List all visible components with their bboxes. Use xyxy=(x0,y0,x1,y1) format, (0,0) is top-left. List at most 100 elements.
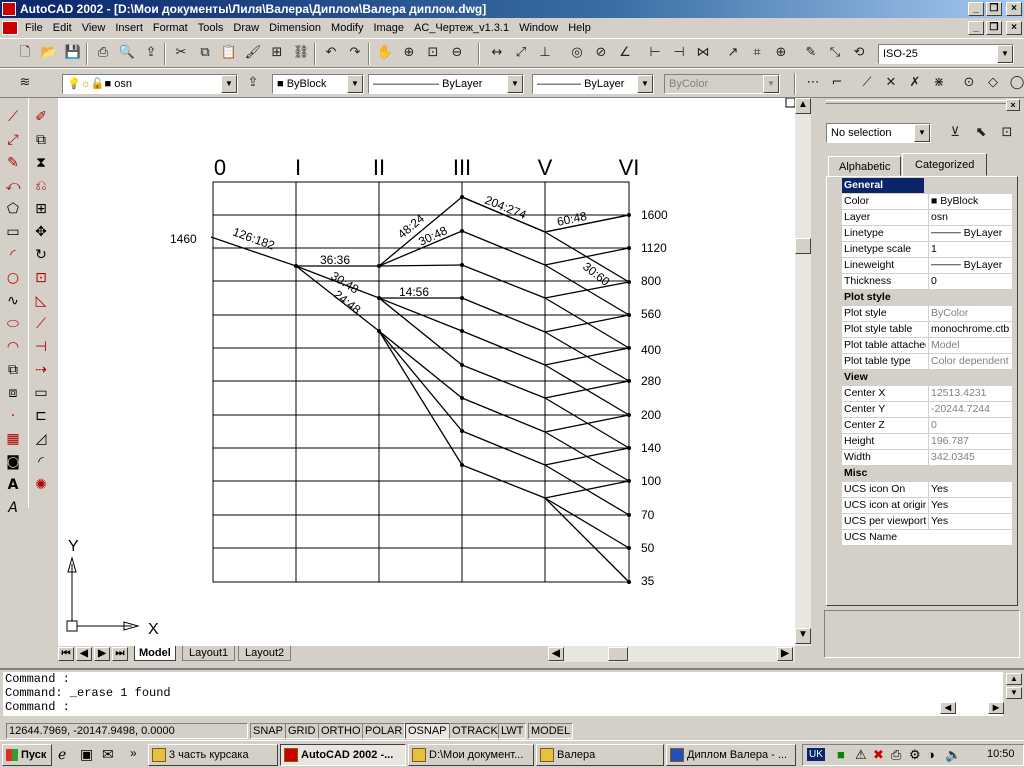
drawing-svg[interactable]: 0 I II III V VI 1600 1120 800 560 400 28… xyxy=(58,98,795,646)
mtext-icon[interactable]: A xyxy=(2,474,24,496)
property-category[interactable]: ⊟View xyxy=(842,370,1012,386)
property-value[interactable]: 196.787 xyxy=(928,434,1012,449)
lwt-toggle[interactable]: LWT xyxy=(498,723,527,739)
baseline-dim-icon[interactable]: ⊢ xyxy=(644,42,666,64)
scroll-right-icon[interactable]: ▶ xyxy=(777,647,793,661)
snap-quadrant-icon[interactable]: ◇ xyxy=(982,72,1004,94)
break-at-point-icon[interactable]: ⊏ xyxy=(30,405,52,427)
property-row[interactable]: Linetype scale 1 xyxy=(842,242,1012,258)
angular-dim-icon[interactable]: ∠ xyxy=(614,42,636,64)
clock[interactable]: 10:50 xyxy=(987,748,1015,760)
menu-tools[interactable]: Tools xyxy=(193,22,229,34)
diameter-dim-icon[interactable]: ⊘ xyxy=(590,42,612,64)
ellipse-icon[interactable]: ⬭ xyxy=(2,313,24,335)
match-properties-icon[interactable]: 🖌 xyxy=(242,42,264,64)
hscroll-thumb[interactable] xyxy=(608,647,628,661)
property-row[interactable]: Width 342.0345 xyxy=(842,450,1012,466)
menu-draw[interactable]: Draw xyxy=(228,22,264,34)
property-value[interactable]: ──── ByLayer xyxy=(928,258,1012,273)
scroll-thumb[interactable] xyxy=(795,238,811,254)
cmd-scroll-left-icon[interactable]: ◀ xyxy=(940,702,956,714)
menu-modify[interactable]: Modify xyxy=(326,22,368,34)
block-editor-icon[interactable]: ⊞ xyxy=(266,42,288,64)
tab-first-icon[interactable]: ⏮ xyxy=(58,647,74,661)
doc-icon[interactable] xyxy=(2,21,18,36)
cmd-scroll-right-icon[interactable]: ▶ xyxy=(988,702,1004,714)
property-value[interactable]: 12513.4231 xyxy=(928,386,1012,401)
layer-select[interactable]: 💡☼🔓■ osn ▼ xyxy=(62,74,238,94)
hyperlink-icon[interactable]: ⛓ xyxy=(290,42,312,64)
command-prompt[interactable]: Command : xyxy=(5,700,1003,714)
start-button[interactable]: Пуск xyxy=(2,744,52,766)
publish-icon[interactable]: ⇪ xyxy=(140,42,162,64)
polyline-icon[interactable]: ✎ xyxy=(2,152,24,174)
snap-center-icon[interactable]: ⊙ xyxy=(958,72,980,94)
property-row[interactable]: Plot table attached Model xyxy=(842,338,1012,354)
tab-layout2[interactable]: Layout2 xyxy=(238,646,292,661)
property-row[interactable]: UCS Name xyxy=(842,530,1012,546)
grid-toggle[interactable]: GRID xyxy=(285,723,319,739)
property-row[interactable]: Center Y -20244.7244 xyxy=(842,402,1012,418)
menu-ac-chertezh[interactable]: AC_Чертеж_v1.3.1 xyxy=(409,22,514,34)
vertical-scrollbar[interactable]: ▲ ▼ xyxy=(795,98,811,646)
tab-prev-icon[interactable]: ◀ xyxy=(76,647,92,661)
snap-intersection-icon[interactable]: ✕ xyxy=(880,72,902,94)
property-row[interactable]: Center Z 0 xyxy=(842,418,1012,434)
cmd-scroll-up-icon[interactable]: ▲ xyxy=(1006,673,1022,685)
snap-extension-icon[interactable]: ⋇ xyxy=(928,72,950,94)
dimtedit-icon[interactable]: ⤡ xyxy=(824,42,846,64)
tab-next-icon[interactable]: ▶ xyxy=(94,647,110,661)
rotate-icon[interactable]: ↻ xyxy=(30,244,52,266)
scroll-down-icon[interactable]: ▼ xyxy=(795,628,811,644)
task-kursak[interactable]: 3 часть курсака xyxy=(148,744,278,766)
coordinates-display[interactable]: 12644.7969, -20147.9498, 0.0000 xyxy=(6,723,248,739)
minimize-button[interactable]: _ xyxy=(968,2,984,16)
ellipse-arc-icon[interactable]: ◠ xyxy=(2,336,24,358)
outlook-icon[interactable]: ✉ xyxy=(102,746,114,763)
explode-icon[interactable]: ✺ xyxy=(30,474,52,496)
snap-from-icon[interactable]: ⋯ xyxy=(802,72,824,94)
quick-select-icon[interactable]: ⊡ xyxy=(996,122,1018,144)
property-value[interactable]: monochrome.ctb xyxy=(928,322,1012,337)
task-autocad[interactable]: AutoCAD 2002 -... xyxy=(280,744,406,766)
circle-icon[interactable]: ○ xyxy=(2,267,24,289)
dimedit-icon[interactable]: ✎ xyxy=(800,42,822,64)
make-current-layer-icon[interactable]: ⇪ xyxy=(242,72,264,94)
open-icon[interactable]: 📂 xyxy=(38,42,60,64)
copy-object-icon[interactable]: ⧉ xyxy=(30,129,52,151)
task-word-diplom[interactable]: Диплом Валера - ... xyxy=(666,744,796,766)
menu-format[interactable]: Format xyxy=(148,22,193,34)
break-icon[interactable]: ▭ xyxy=(30,382,52,404)
property-row[interactable]: UCS icon at origin Yes xyxy=(842,498,1012,514)
property-value[interactable]: ■ ByBlock xyxy=(928,194,1012,209)
menu-file[interactable]: File xyxy=(20,22,48,34)
property-value[interactable]: 1 xyxy=(928,242,1012,257)
property-value[interactable]: Yes xyxy=(928,514,1012,529)
tab-categorized[interactable]: Categorized xyxy=(902,153,988,176)
property-row[interactable]: UCS icon On Yes xyxy=(842,482,1012,498)
copy-icon[interactable]: ⧉ xyxy=(194,42,216,64)
dim-update-icon[interactable]: ⟲ xyxy=(848,42,870,64)
polygon-arc-icon[interactable]: ⤺ xyxy=(2,175,24,197)
array-icon[interactable]: ⊞ xyxy=(30,198,52,220)
scale-icon[interactable]: ⊡ xyxy=(30,267,52,289)
color-select[interactable]: ■ ByBlock ▼ xyxy=(272,74,364,94)
tray-network-icon[interactable]: ⚠ xyxy=(855,747,867,763)
move-icon[interactable]: ✥ xyxy=(30,221,52,243)
ortho-toggle[interactable]: ORTHO xyxy=(318,723,364,739)
property-row[interactable]: Plot style ByColor xyxy=(842,306,1012,322)
osnap-toggle[interactable]: OSNAP xyxy=(405,723,450,739)
language-indicator[interactable]: UK xyxy=(807,748,825,761)
tab-alphabetic[interactable]: Alphabetic xyxy=(828,156,902,176)
snap-endpoint-icon[interactable]: ⌐ xyxy=(826,72,848,94)
quicklaunch-more-icon[interactable]: » xyxy=(130,746,137,760)
menu-image[interactable]: Image xyxy=(368,22,409,34)
property-row[interactable]: Plot style table monochrome.ctb xyxy=(842,322,1012,338)
text-icon[interactable]: A xyxy=(2,497,24,519)
command-history[interactable]: Command : Command: _erase 1 found Comman… xyxy=(3,672,1003,716)
property-row[interactable]: Lineweight ──── ByLayer xyxy=(842,258,1012,274)
new-icon[interactable]: 🗋 xyxy=(14,42,36,64)
drawing-area[interactable]: 0 I II III V VI 1600 1120 800 560 400 28… xyxy=(58,98,795,646)
line-icon[interactable]: ⟋ xyxy=(2,106,24,128)
close-button[interactable]: × xyxy=(1006,2,1022,16)
